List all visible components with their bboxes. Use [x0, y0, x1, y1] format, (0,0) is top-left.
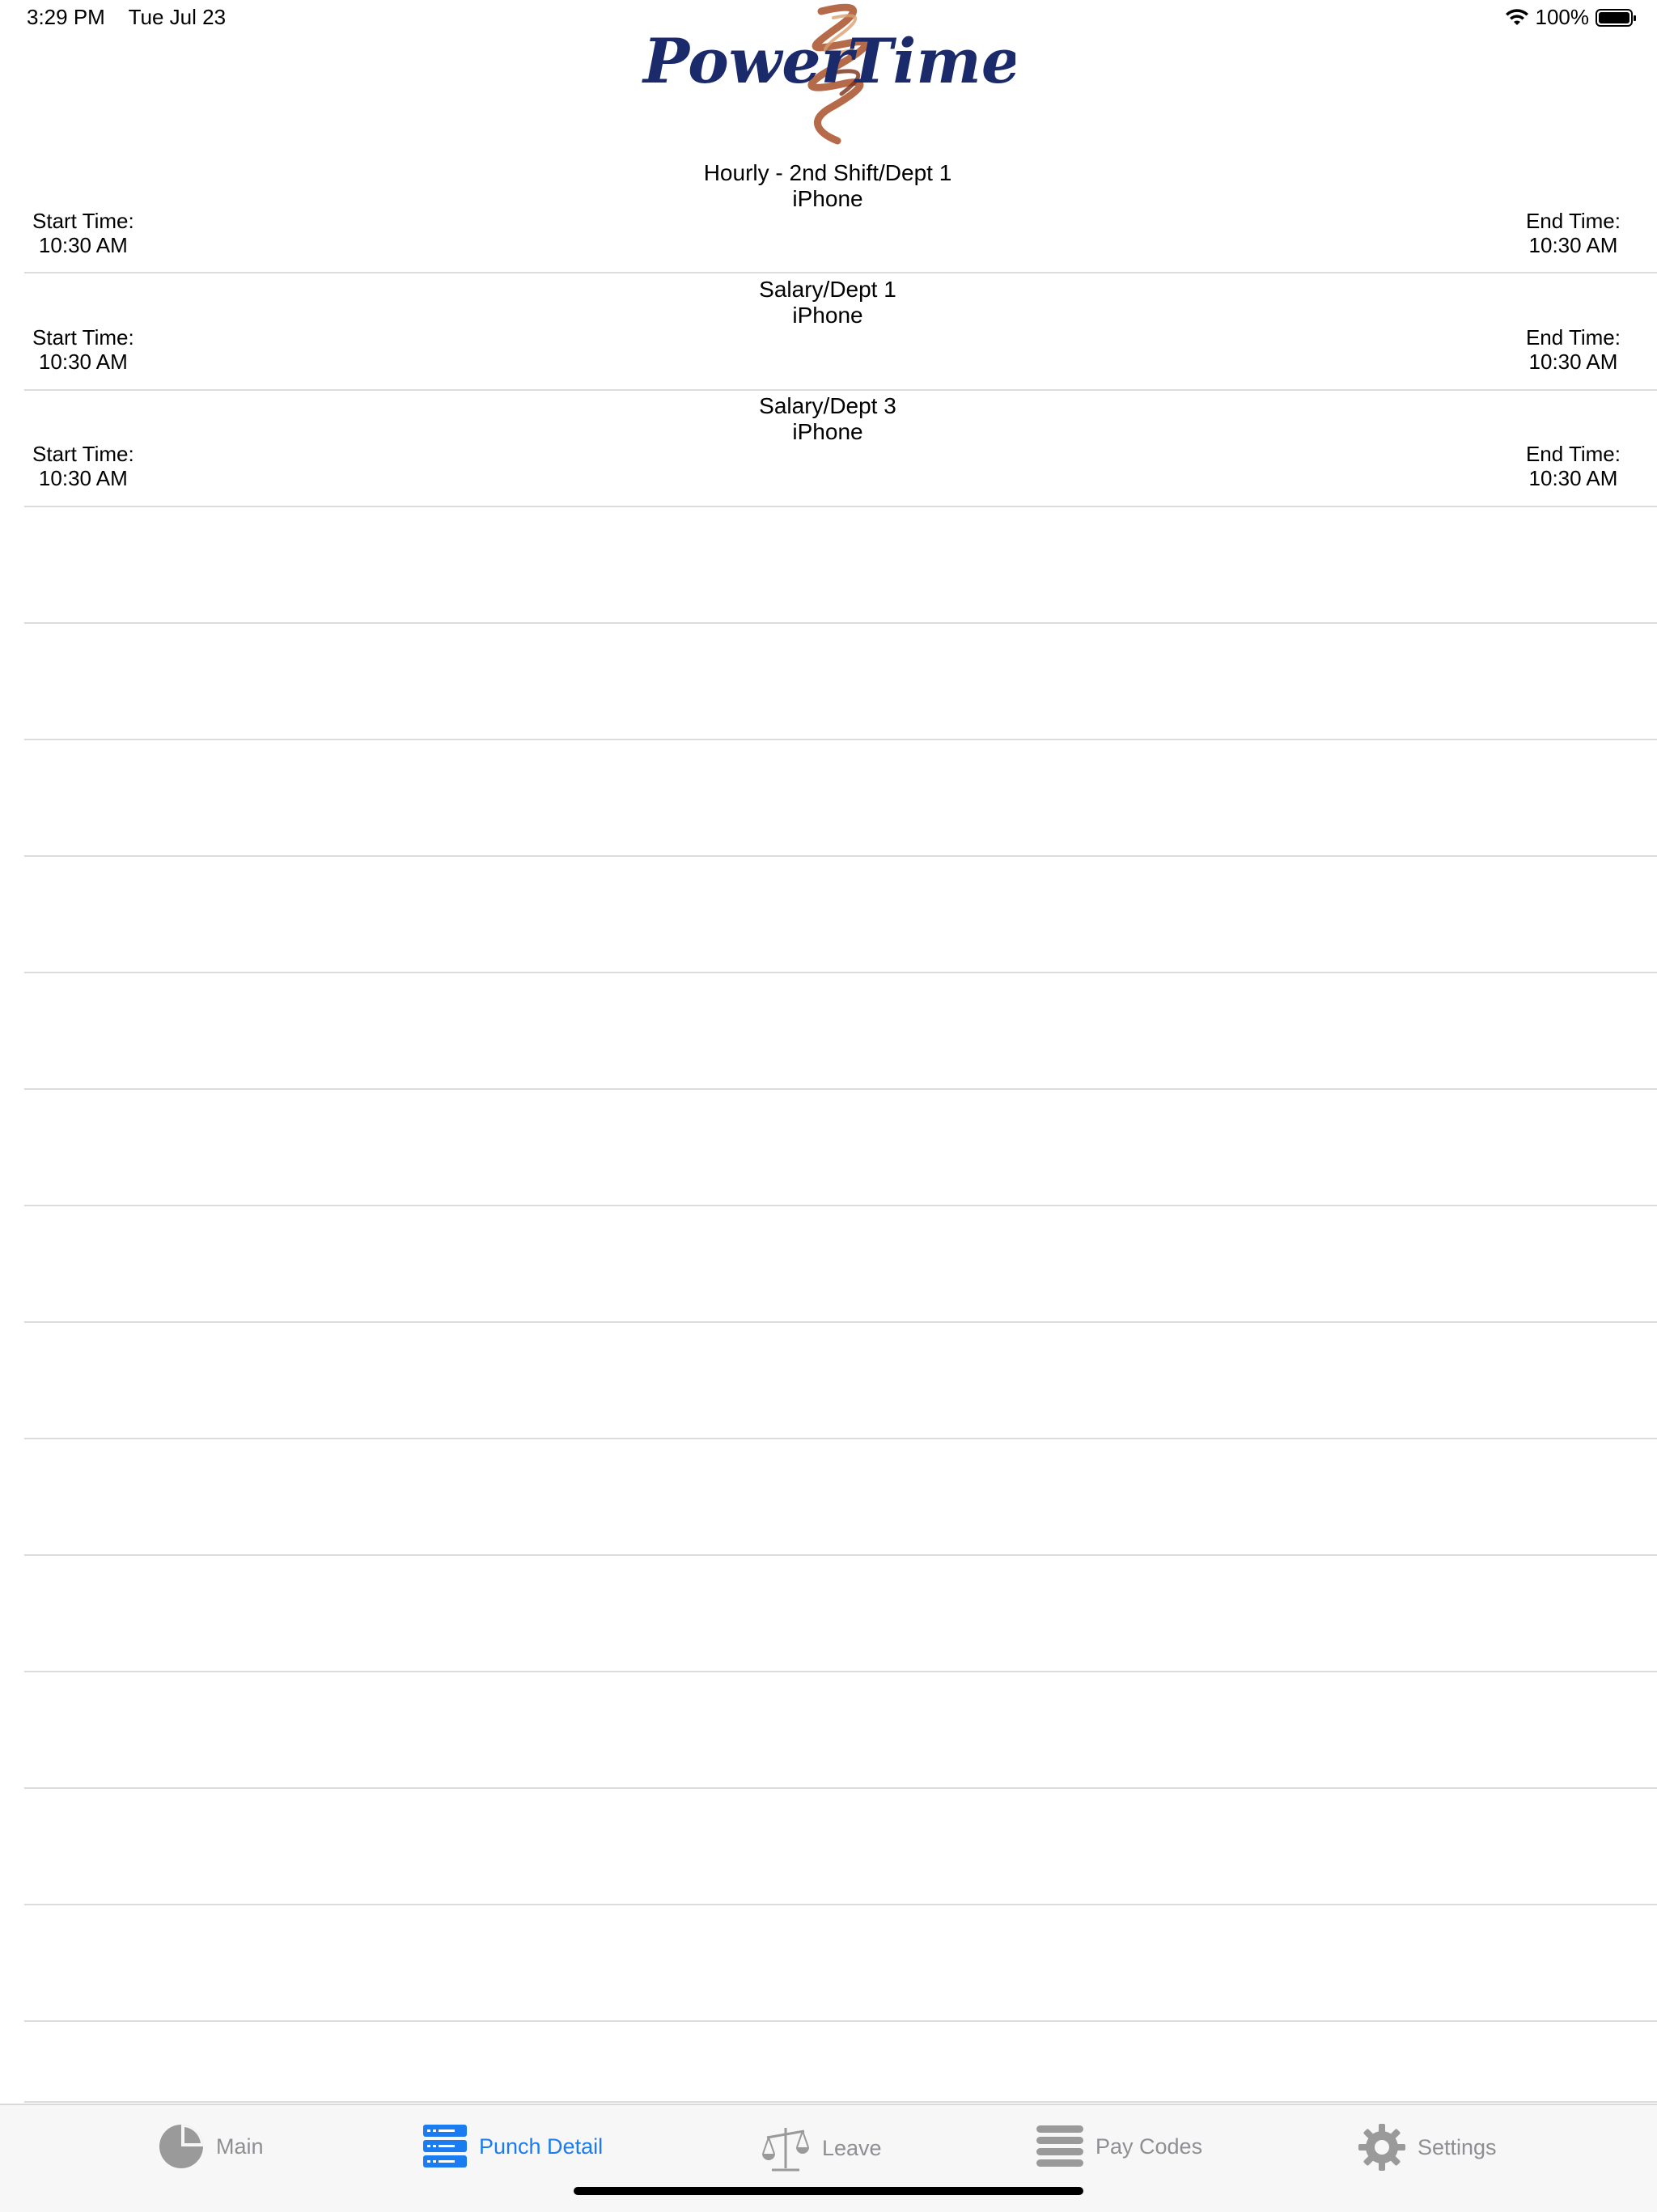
start-time-value: 10:30 AM — [38, 466, 128, 490]
entry-title: Hourly - 2nd Shift/Dept 1 — [703, 160, 952, 185]
server-list-icon — [423, 2125, 467, 2168]
end-time-label: End Time: — [1525, 325, 1621, 350]
status-time: 3:29 PM — [27, 5, 105, 29]
empty-row — [24, 972, 1657, 1090]
power-time-logo: Power Time — [642, 3, 1015, 145]
start-time-block: Start Time: 10:30 AM — [32, 442, 134, 490]
tab-settings[interactable]: Settings — [1358, 2123, 1497, 2172]
list-lines-icon — [1036, 2125, 1083, 2167]
start-time-label: Start Time: — [32, 325, 134, 350]
entry-title: Salary/Dept 3 — [759, 393, 896, 418]
start-time-value: 10:30 AM — [38, 233, 128, 257]
empty-row — [24, 1438, 1657, 1556]
start-time-block: Start Time: 10:30 AM — [32, 209, 134, 257]
tab-main[interactable]: Main — [158, 2123, 264, 2170]
logo-word-power: Power — [642, 25, 858, 97]
start-time-value: 10:30 AM — [38, 350, 128, 374]
empty-row — [24, 1554, 1657, 1672]
end-time-value: 10:30 AM — [1528, 233, 1618, 257]
empty-row — [24, 1904, 1657, 2022]
punch-entry[interactable]: Salary/Dept 3 iPhone Start Time: 10:30 A… — [24, 389, 1657, 507]
start-time-block: Start Time: 10:30 AM — [32, 325, 134, 374]
end-time-value: 10:30 AM — [1528, 466, 1618, 490]
gear-icon — [1358, 2124, 1405, 2171]
entry-device: iPhone — [792, 419, 863, 444]
logo-word-time: Time — [847, 25, 1015, 97]
status-right: 100% — [1505, 5, 1636, 30]
tab-punch-detail[interactable]: Punch Detail — [422, 2123, 603, 2170]
home-indicator[interactable] — [574, 2187, 1083, 2195]
tab-bar: Main Punch Detail Leave Pay Codes Settin… — [0, 2104, 1657, 2212]
empty-row — [24, 1671, 1657, 1789]
entry-title-block: Salary/Dept 3 iPhone — [24, 393, 1631, 445]
end-time-label: End Time: — [1525, 442, 1621, 466]
empty-row — [24, 855, 1657, 973]
status-date: Tue Jul 23 — [128, 5, 227, 29]
empty-row — [24, 506, 1657, 624]
empty-row — [24, 622, 1657, 740]
end-time-value: 10:30 AM — [1528, 350, 1618, 374]
punch-entry[interactable]: Hourly - 2nd Shift/Dept 1 iPhone Start T… — [24, 155, 1657, 273]
empty-row — [24, 1321, 1657, 1439]
tab-leave-label: Leave — [822, 2135, 882, 2160]
end-time-block: End Time: 10:30 AM — [1526, 442, 1621, 490]
end-time-label: End Time: — [1525, 209, 1621, 233]
battery-percent: 100% — [1535, 5, 1590, 29]
empty-row — [24, 739, 1657, 857]
tab-leave[interactable]: Leave — [761, 2123, 882, 2173]
tab-settings-label: Settings — [1418, 2134, 1497, 2159]
status-left: 3:29 PM Tue Jul 23 — [27, 5, 244, 30]
empty-row — [24, 2020, 1657, 2103]
empty-row — [24, 1787, 1657, 1905]
end-time-block: End Time: 10:30 AM — [1526, 325, 1621, 374]
scales-icon — [762, 2128, 809, 2172]
start-time-label: Start Time: — [32, 209, 134, 233]
entry-title: Salary/Dept 1 — [759, 277, 896, 302]
entry-device: iPhone — [792, 186, 863, 211]
empty-row — [24, 1205, 1657, 1323]
tab-main-label: Main — [216, 2134, 264, 2159]
entry-title-block: Hourly - 2nd Shift/Dept 1 iPhone — [24, 160, 1631, 212]
start-time-label: Start Time: — [32, 442, 134, 466]
empty-row — [24, 1088, 1657, 1206]
pie-chart-icon — [159, 2125, 203, 2168]
tab-punch-detail-label: Punch Detail — [479, 2134, 604, 2159]
punch-entry[interactable]: Salary/Dept 1 iPhone Start Time: 10:30 A… — [24, 273, 1657, 391]
tab-pay-codes[interactable]: Pay Codes — [1036, 2123, 1202, 2170]
entry-device: iPhone — [792, 303, 863, 328]
entry-title-block: Salary/Dept 1 iPhone — [24, 277, 1631, 328]
battery-icon — [1596, 8, 1636, 27]
end-time-block: End Time: 10:30 AM — [1526, 209, 1621, 257]
tab-pay-codes-label: Pay Codes — [1095, 2134, 1203, 2159]
wifi-icon — [1505, 8, 1528, 25]
